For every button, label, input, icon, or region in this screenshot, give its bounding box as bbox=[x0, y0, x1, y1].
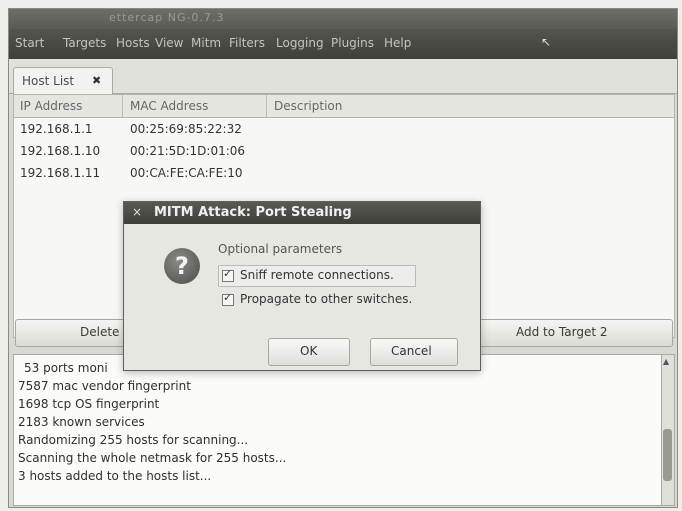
log-line: 1698 tcp OS fingerprint bbox=[18, 397, 160, 411]
column-mac-address[interactable]: MAC Address bbox=[130, 99, 208, 113]
menu-targets[interactable]: Targets bbox=[63, 36, 106, 50]
table-row[interactable]: 192.168.1.10 00:21:5D:1D:01:06 bbox=[14, 140, 674, 162]
port-stealing-dialog: × MITM Attack: Port Stealing ? Optional … bbox=[123, 201, 481, 371]
log-line: Randomizing 255 hosts for scanning... bbox=[18, 433, 249, 447]
menu-start[interactable]: Start bbox=[15, 36, 44, 50]
log-line: 2183 known services bbox=[18, 415, 145, 429]
add-to-target2-label: Add to Target 2 bbox=[516, 325, 608, 339]
delete-host-label: Delete bbox=[80, 325, 120, 339]
ok-button[interactable]: OK bbox=[268, 338, 350, 366]
scroll-up-icon[interactable]: ▲ bbox=[663, 357, 669, 366]
cancel-button[interactable]: Cancel bbox=[370, 338, 458, 366]
scrollbar-thumb[interactable] bbox=[663, 429, 672, 481]
mouse-cursor-icon: ↖ bbox=[541, 35, 552, 49]
column-separator bbox=[266, 95, 267, 117]
tab-label: Host List bbox=[22, 74, 75, 88]
log-line: Scanning the whole netmask for 255 hosts… bbox=[18, 451, 287, 465]
menu-filters[interactable]: Filters bbox=[229, 36, 265, 50]
column-description[interactable]: Description bbox=[274, 99, 342, 113]
sniff-remote-checkbox[interactable] bbox=[222, 267, 234, 282]
table-row[interactable]: 192.168.1.1 00:25:69:85:22:32 bbox=[14, 118, 674, 140]
column-separator bbox=[122, 95, 123, 117]
log-area[interactable]: 53 ports moni 7587 mac vendor fingerprin… bbox=[13, 354, 663, 506]
menu-help[interactable]: Help bbox=[384, 36, 411, 50]
menu-plugins[interactable]: Plugins bbox=[331, 36, 374, 50]
cell-mac: 00:21:5D:1D:01:06 bbox=[130, 144, 246, 158]
table-header: IP Address MAC Address Description bbox=[14, 95, 674, 118]
menu-bar: Start Targets Hosts View Mitm Filters Lo… bbox=[9, 29, 677, 59]
log-line: 3 hosts added to the hosts list... bbox=[18, 469, 212, 483]
log-line: 53 ports moni bbox=[24, 361, 108, 375]
menu-mitm[interactable]: Mitm bbox=[191, 36, 221, 50]
window-title: ettercap NG-0.7.3 bbox=[109, 11, 225, 24]
cell-ip: 192.168.1.10 bbox=[20, 144, 101, 158]
cell-ip: 192.168.1.11 bbox=[20, 166, 101, 180]
column-ip-address[interactable]: IP Address bbox=[20, 99, 82, 113]
title-bar: ettercap NG-0.7.3 bbox=[9, 9, 677, 29]
log-scrollbar[interactable]: ▲ bbox=[661, 354, 675, 506]
cell-ip: 192.168.1.1 bbox=[20, 122, 93, 136]
table-row[interactable]: 192.168.1.11 00:CA:FE:CA:FE:10 bbox=[14, 162, 674, 184]
dialog-title-bar: × MITM Attack: Port Stealing bbox=[124, 202, 480, 224]
cell-mac: 00:CA:FE:CA:FE:10 bbox=[130, 166, 243, 180]
ok-label: OK bbox=[300, 344, 318, 358]
cell-mac: 00:25:69:85:22:32 bbox=[130, 122, 242, 136]
log-line: 7587 mac vendor fingerprint bbox=[18, 379, 191, 393]
propagate-checkbox[interactable] bbox=[222, 291, 234, 306]
sniff-remote-label: Sniff remote connections. bbox=[240, 268, 394, 282]
cancel-label: Cancel bbox=[391, 344, 432, 358]
dialog-title: MITM Attack: Port Stealing bbox=[154, 205, 352, 220]
menu-logging[interactable]: Logging bbox=[276, 36, 324, 50]
propagate-option[interactable]: Propagate to other switches. bbox=[222, 290, 462, 310]
menu-view[interactable]: View bbox=[155, 36, 183, 50]
sniff-remote-option[interactable]: Sniff remote connections. bbox=[222, 266, 422, 286]
menu-hosts[interactable]: Hosts bbox=[116, 36, 150, 50]
dialog-close-icon[interactable]: × bbox=[132, 205, 142, 219]
propagate-label: Propagate to other switches. bbox=[240, 292, 413, 306]
optional-parameters-label: Optional parameters bbox=[218, 242, 343, 256]
tab-close-icon[interactable]: ✖ bbox=[92, 74, 101, 87]
tab-host-list[interactable]: Host List ✖ bbox=[13, 67, 113, 94]
add-to-target2-button[interactable]: Add to Target 2 bbox=[473, 319, 673, 347]
question-icon: ? bbox=[164, 248, 200, 284]
